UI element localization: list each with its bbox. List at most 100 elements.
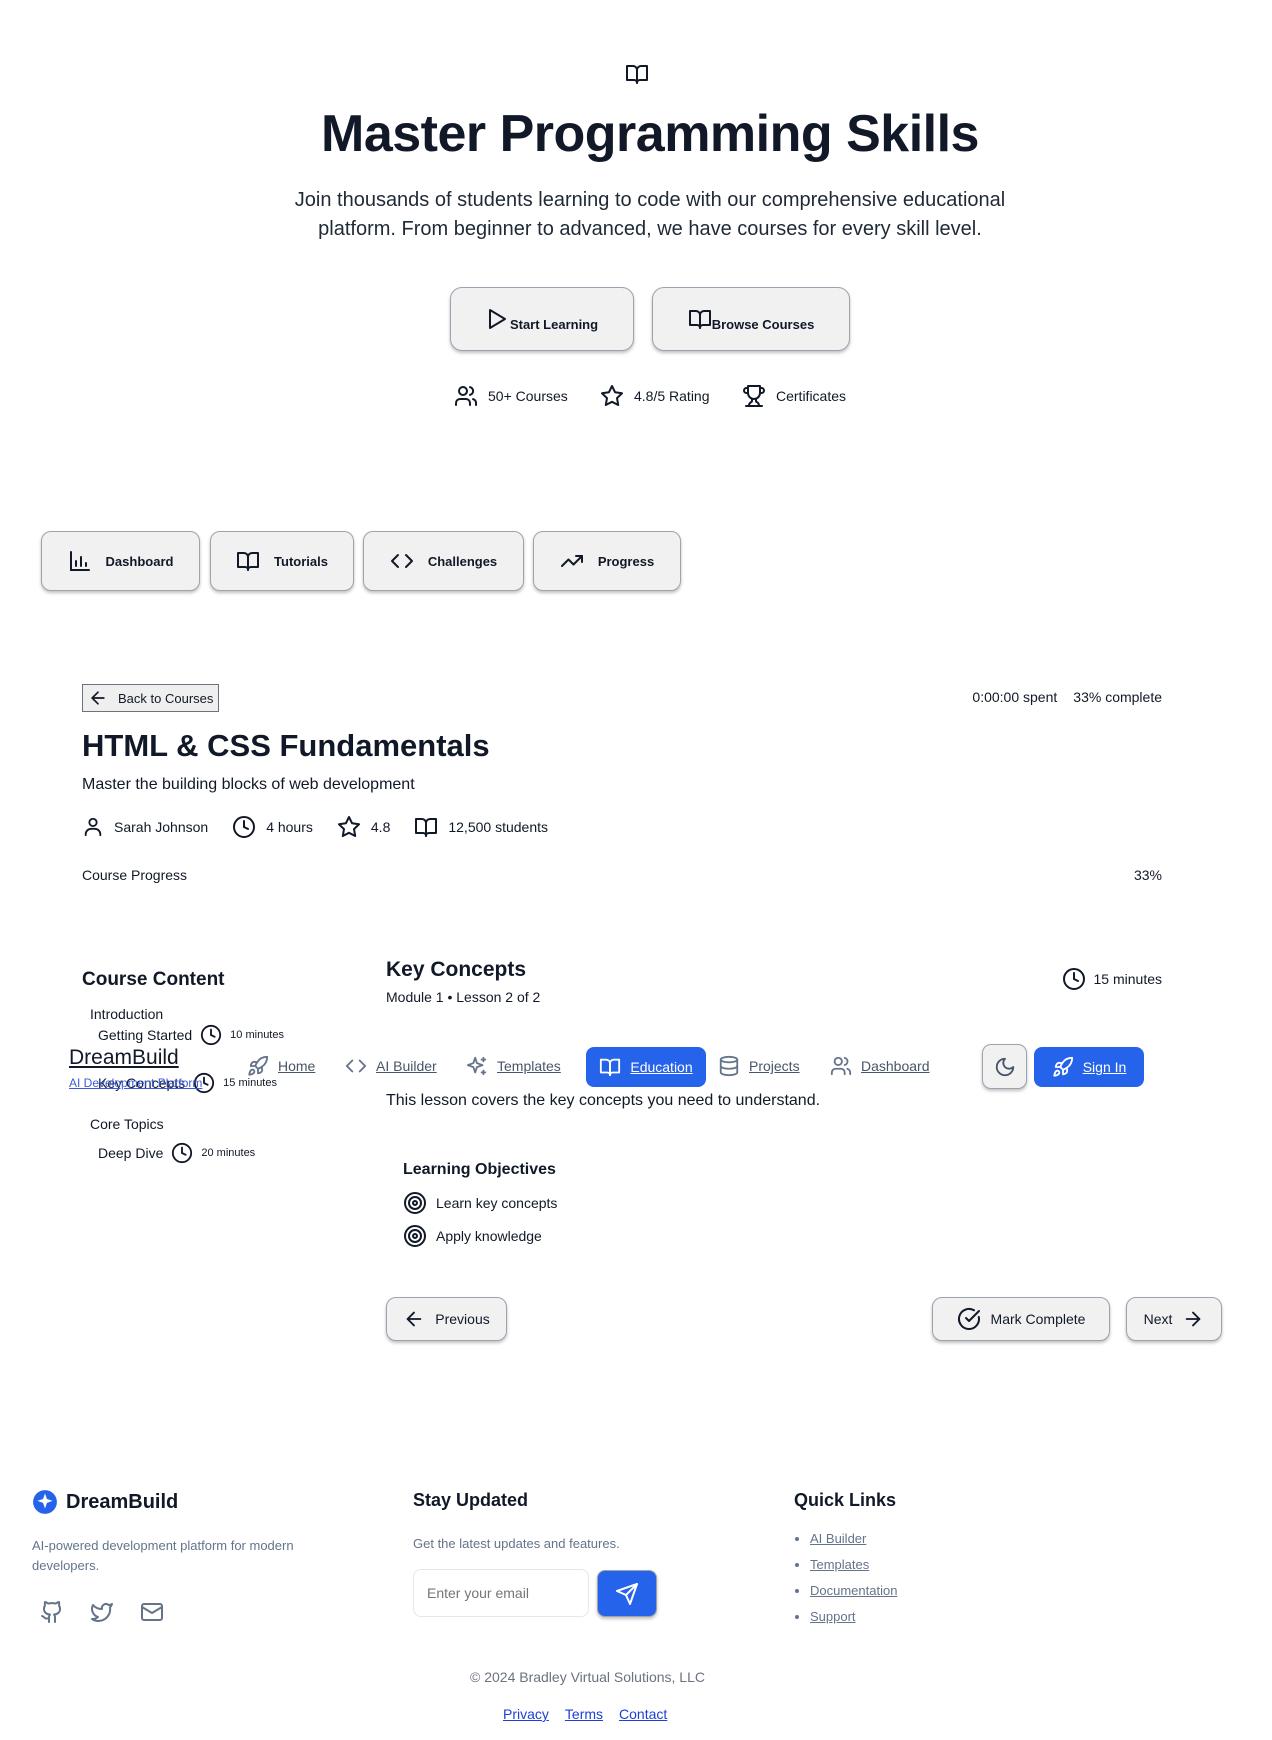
back-to-courses-button[interactable]: Back to Courses [82, 684, 219, 712]
sign-in-button[interactable]: Sign In [1034, 1047, 1144, 1087]
next-label: Next [1143, 1311, 1173, 1327]
time-spent: 0:00:00 spent [972, 689, 1058, 705]
lesson-subtitle: Module 1 • Lesson 2 of 2 [386, 989, 541, 1005]
footer-brand: DreamBuild [32, 1489, 178, 1515]
tab-tutorials-label: Tutorials [274, 553, 328, 569]
lesson-body: This lesson covers the key concepts you … [386, 1092, 821, 1109]
stat-certificates-label: Certificates [776, 388, 847, 404]
instructor: Sarah Johnson [114, 819, 209, 835]
course-meta: Sarah Johnson 4 hours 4.8 12,500 student… [82, 815, 562, 839]
lesson-getting-started[interactable]: Getting Started 10 minutes [98, 1024, 284, 1046]
footer-description: AI-powered development platform for mode… [32, 1538, 294, 1573]
tab-challenges[interactable]: Challenges [363, 531, 524, 591]
nav-home[interactable]: Home [247, 1046, 315, 1086]
objective-item: Learn key concepts [403, 1191, 557, 1215]
objective-label: Apply knowledge [436, 1228, 542, 1244]
quick-links: AI Builder Templates Documentation Suppo… [794, 1531, 897, 1635]
sign-in-label: Sign In [1082, 1059, 1127, 1075]
lesson-title: Deep Dive [98, 1145, 164, 1161]
quick-link-item[interactable]: AI Builder [810, 1531, 897, 1546]
trending-up-icon [560, 549, 584, 573]
terms-link[interactable]: Terms [565, 1706, 603, 1722]
users-icon [830, 1055, 852, 1077]
back-label: Back to Courses [118, 690, 214, 706]
quick-link-item[interactable]: Documentation [810, 1583, 897, 1598]
book-open-icon [414, 815, 438, 839]
sparkle-logo-icon [32, 1489, 58, 1515]
star-icon [600, 384, 624, 408]
course-rating: 4.8 [370, 819, 391, 835]
nav-projects[interactable]: Projects [718, 1046, 800, 1086]
start-learning-button[interactable]: Start Learning [450, 287, 634, 351]
send-icon [615, 1582, 639, 1606]
nav-ai-builder[interactable]: AI Builder [345, 1046, 437, 1086]
contact-link[interactable]: Contact [619, 1706, 667, 1722]
tab-progress-label: Progress [597, 553, 655, 569]
clock-icon [232, 815, 256, 839]
legal-links: Privacy Terms Contact [503, 1706, 667, 1722]
book-open-icon [599, 1056, 621, 1078]
book-open-icon [688, 307, 712, 331]
user-icon [82, 816, 104, 838]
previous-button[interactable]: Previous [386, 1297, 507, 1341]
course-students: 12,500 students [448, 819, 548, 835]
module-core-topics: Core Topics [90, 1116, 164, 1132]
quick-link-item[interactable]: Support [810, 1609, 897, 1624]
quick-link-item[interactable]: Templates [810, 1557, 897, 1572]
nav-home-label: Home [278, 1058, 316, 1074]
theme-toggle-button[interactable] [982, 1044, 1027, 1089]
social-links [40, 1600, 164, 1624]
navbar-brand[interactable]: DreamBuild AI Development Platform [69, 1046, 202, 1090]
lesson-deep-dive[interactable]: Deep Dive 20 minutes [98, 1142, 255, 1164]
mark-complete-button[interactable]: Mark Complete [932, 1297, 1110, 1341]
twitter-icon[interactable] [90, 1600, 114, 1624]
subscribe-button[interactable] [597, 1570, 657, 1617]
trophy-icon [742, 384, 766, 408]
lesson-duration-badge: 15 minutes [1062, 967, 1162, 991]
rocket-icon [247, 1055, 269, 1077]
previous-label: Previous [435, 1311, 490, 1327]
browse-courses-label: Browse Courses [711, 316, 815, 332]
objective-label: Learn key concepts [436, 1195, 558, 1211]
browse-courses-button[interactable]: Browse Courses [652, 287, 850, 351]
course-progress-label: Course Progress [82, 867, 188, 883]
next-button[interactable]: Next [1126, 1297, 1222, 1341]
hero-subtitle: Join thousands of students learning to c… [294, 189, 1006, 240]
mail-icon[interactable] [140, 1600, 164, 1624]
privacy-link[interactable]: Privacy [503, 1706, 549, 1722]
stat-courses: 50+ Courses [454, 383, 568, 409]
nav-dashboard[interactable]: Dashboard [830, 1046, 930, 1086]
email-input[interactable] [413, 1569, 589, 1617]
tab-tutorials[interactable]: Tutorials [210, 531, 354, 591]
arrow-left-icon [88, 688, 108, 708]
mark-complete-label: Mark Complete [990, 1311, 1086, 1327]
nav-education-label: Education [630, 1059, 693, 1075]
module-introduction: Introduction [90, 1006, 164, 1022]
course-duration: 4 hours [266, 819, 313, 835]
quick-links-title: Quick Links [794, 1490, 897, 1510]
nav-dashboard-label: Dashboard [861, 1058, 930, 1074]
brand-name: DreamBuild [69, 1046, 179, 1069]
percent-complete: 33% complete [1073, 689, 1162, 705]
stat-rating: 4.8/5 Rating [600, 383, 710, 409]
quick-link-label: AI Builder [810, 1531, 867, 1546]
course-status: 0:00:00 spent 33% complete [972, 689, 1162, 705]
tab-dashboard-label: Dashboard [105, 553, 174, 569]
nav-education[interactable]: Education [586, 1047, 706, 1087]
check-circle-icon [957, 1307, 981, 1331]
lesson-duration: 20 minutes [201, 1147, 256, 1159]
code-icon [345, 1055, 367, 1077]
page-title: Master Programming Skills [321, 105, 979, 163]
course-progress-value: 33% [1133, 867, 1162, 883]
tab-progress[interactable]: Progress [533, 531, 681, 591]
nav-templates[interactable]: Templates [466, 1046, 561, 1086]
stat-courses-label: 50+ Courses [488, 388, 568, 404]
copyright: © 2024 Bradley Virtual Solutions, LLC [470, 1669, 705, 1685]
target-icon [403, 1224, 427, 1248]
tab-dashboard[interactable]: Dashboard [41, 531, 200, 591]
github-icon[interactable] [40, 1600, 64, 1624]
quick-link-label: Documentation [810, 1583, 898, 1598]
moon-icon [994, 1056, 1016, 1078]
newsletter-title: Stay Updated [413, 1490, 529, 1510]
quick-link-label: Templates [810, 1557, 870, 1572]
